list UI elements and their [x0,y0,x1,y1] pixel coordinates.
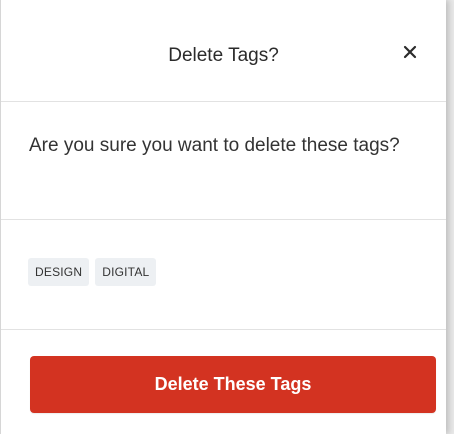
tag-chip: DIGITAL [95,258,157,286]
dialog-footer: Delete These Tags [1,330,446,413]
dialog-header: Delete Tags? [1,0,446,102]
tag-chip: DESIGN [28,258,90,286]
close-icon [403,45,417,64]
delete-tags-button[interactable]: Delete These Tags [30,356,436,413]
confirmation-message: Are you sure you want to delete these ta… [29,135,400,156]
close-button[interactable] [398,42,422,66]
dialog-title: Delete Tags? [168,45,279,66]
tag-list: DESIGN DIGITAL [1,220,446,330]
dialog-body: Are you sure you want to delete these ta… [1,102,446,220]
delete-tags-dialog: Delete Tags? Are you sure you want to de… [0,0,446,434]
